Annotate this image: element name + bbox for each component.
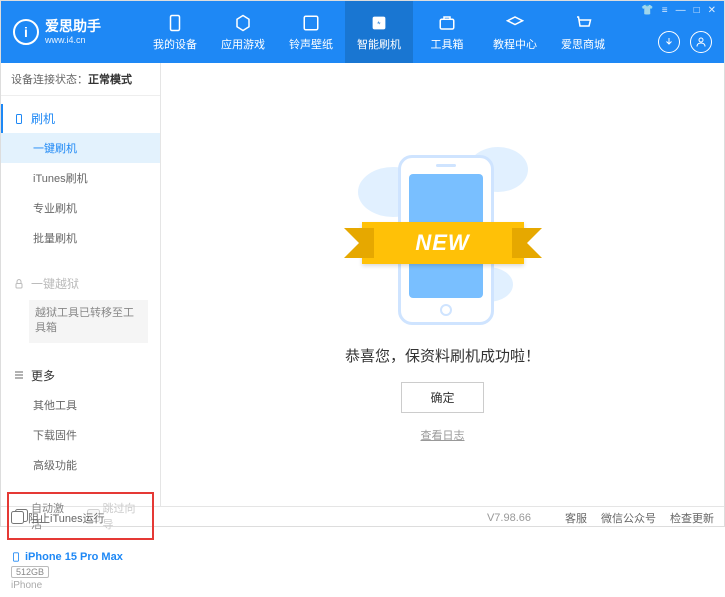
sidebar-item-itunes[interactable]: iTunes刷机: [1, 163, 160, 193]
version-label: V7.98.66: [487, 512, 531, 524]
block-itunes-checkbox[interactable]: 阻止iTunes运行: [11, 510, 105, 526]
close-icon[interactable]: ✕: [708, 5, 716, 16]
device-name[interactable]: iPhone 15 Pro Max: [11, 550, 150, 564]
main-content: NEW 恭喜您，保资料刷机成功啦！ 确定 查看日志: [161, 63, 724, 506]
device-icon: [11, 550, 21, 564]
sidebar: 设备连接状态：正常模式 刷机 一键刷机 iTunes刷机 专业刷机 批量刷机 一…: [1, 63, 161, 506]
nav-ringtone[interactable]: 铃声壁纸: [277, 1, 345, 63]
sidebar-item-oneclick[interactable]: 一键刷机: [1, 133, 160, 163]
nav-toolbox[interactable]: 工具箱: [413, 1, 481, 63]
footer-support[interactable]: 客服: [565, 510, 587, 526]
sidebar-item-pro[interactable]: 专业刷机: [1, 193, 160, 223]
minimize-icon[interactable]: —: [676, 5, 686, 16]
sidebar-item-other[interactable]: 其他工具: [1, 390, 160, 420]
device-info: iPhone 15 Pro Max 512GB iPhone: [1, 544, 160, 597]
app-icon: [233, 13, 253, 33]
user-button[interactable]: [690, 31, 712, 53]
app-title: 爱思助手: [45, 18, 101, 35]
sidebar-item-advanced[interactable]: 高级功能: [1, 450, 160, 480]
nav-tutorial[interactable]: 教程中心: [481, 1, 549, 63]
main-nav: 我的设备 应用游戏 铃声壁纸 智能刷机 工具箱 教程中心 爱思商城: [141, 1, 617, 63]
sidebar-section-jailbreak: 一键越狱: [1, 269, 160, 298]
menu-icon[interactable]: ≡: [662, 5, 668, 16]
briefcase-icon: [437, 13, 457, 33]
download-button[interactable]: [658, 31, 680, 53]
app-logo: i 爱思助手 www.i4.cn: [1, 18, 141, 46]
nav-device[interactable]: 我的设备: [141, 1, 209, 63]
connection-status: 设备连接状态：正常模式: [1, 63, 160, 96]
phone-illustration: NEW: [368, 127, 518, 327]
nav-apps[interactable]: 应用游戏: [209, 1, 277, 63]
view-log-link[interactable]: 查看日志: [421, 427, 465, 443]
flash-icon: [369, 13, 389, 33]
sidebar-item-batch[interactable]: 批量刷机: [1, 223, 160, 253]
success-message: 恭喜您，保资料刷机成功啦！: [345, 345, 540, 366]
cart-icon: [573, 13, 593, 33]
skin-icon[interactable]: 👕: [641, 5, 653, 16]
sidebar-section-more[interactable]: 更多: [1, 361, 160, 390]
sidebar-item-download[interactable]: 下载固件: [1, 420, 160, 450]
logo-icon: i: [13, 19, 39, 45]
sidebar-jailbreak-note: 越狱工具已转移至工具箱: [29, 300, 148, 343]
ok-button[interactable]: 确定: [401, 382, 483, 413]
list-icon: [13, 369, 25, 381]
app-subtitle: www.i4.cn: [45, 35, 101, 46]
new-ribbon: NEW: [362, 222, 524, 264]
nav-flash[interactable]: 智能刷机: [345, 1, 413, 63]
device-type: iPhone: [11, 580, 150, 591]
lock-icon: [13, 278, 25, 290]
maximize-icon[interactable]: □: [694, 5, 700, 16]
device-storage: 512GB: [11, 566, 49, 578]
sidebar-section-flash[interactable]: 刷机: [1, 104, 160, 133]
graduation-icon: [505, 13, 525, 33]
image-icon: [301, 13, 321, 33]
footer-update[interactable]: 检查更新: [670, 510, 714, 526]
phone-small-icon: [13, 113, 25, 125]
footer-wechat[interactable]: 微信公众号: [601, 510, 656, 526]
nav-store[interactable]: 爱思商城: [549, 1, 617, 63]
phone-icon: [165, 13, 185, 33]
